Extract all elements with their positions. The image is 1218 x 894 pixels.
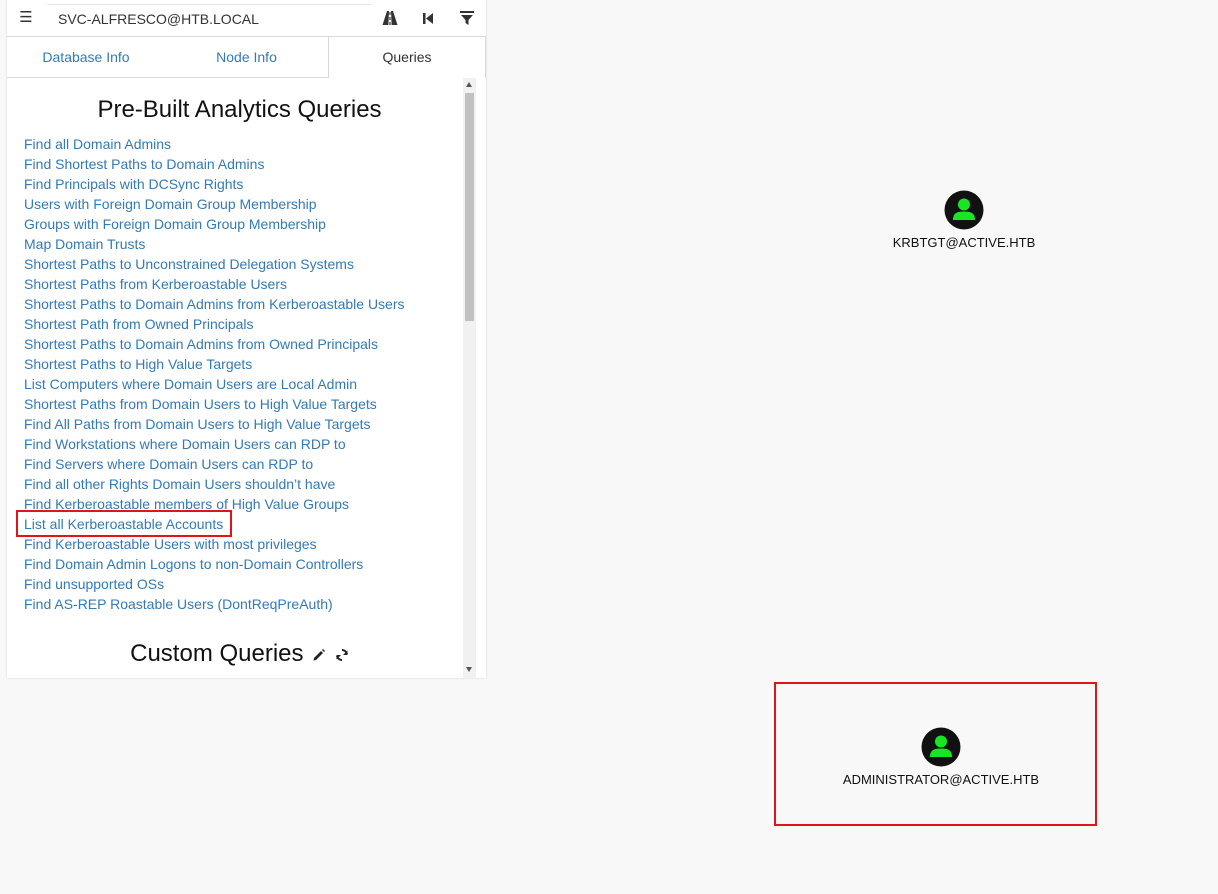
query-item[interactable]: Find Kerberoastable members of High Valu… — [24, 494, 405, 514]
query-item[interactable]: Find Workstations where Domain Users can… — [24, 434, 405, 454]
search-bar: ☰ — [7, 0, 486, 37]
query-item[interactable]: Find Domain Admin Logons to non-Domain C… — [24, 554, 405, 574]
search-input[interactable] — [47, 4, 371, 32]
query-item[interactable]: Shortest Paths from Domain Users to High… — [24, 394, 405, 414]
query-item[interactable]: Find Kerberoastable Users with most priv… — [24, 534, 405, 554]
road-icon[interactable] — [381, 9, 399, 27]
filter-icon[interactable] — [458, 9, 476, 27]
refresh-icon[interactable] — [335, 641, 349, 669]
graph-node-administrator[interactable]: ADMINISTRATOR@ACTIVE.HTB — [836, 727, 1046, 787]
query-item-kerberoastable-accounts[interactable]: List all Kerberoastable Accounts — [24, 514, 405, 534]
query-item[interactable]: Find all other Rights Domain Users shoul… — [24, 474, 405, 494]
query-item[interactable]: Shortest Paths from Kerberoastable Users — [24, 274, 405, 294]
query-item[interactable]: Shortest Paths to Domain Admins from Own… — [24, 334, 405, 354]
query-item[interactable]: Shortest Paths to High Value Targets — [24, 354, 405, 374]
query-scrollbar[interactable] — [463, 78, 476, 678]
query-panel: ☰ Database Info Node Info — [7, 0, 486, 678]
tab-queries[interactable]: Queries — [328, 37, 486, 78]
step-backward-icon[interactable] — [419, 9, 437, 27]
prebuilt-queries-title: Pre-Built Analytics Queries — [97, 96, 382, 123]
custom-queries-label: Custom Queries — [130, 640, 304, 667]
node-label: ADMINISTRATOR@ACTIVE.HTB — [842, 772, 1040, 787]
tab-database-info[interactable]: Database Info — [7, 37, 165, 77]
query-item[interactable]: List Computers where Domain Users are Lo… — [24, 374, 405, 394]
user-icon — [944, 190, 984, 230]
query-item[interactable]: Users with Foreign Domain Group Membersh… — [24, 194, 405, 214]
query-item[interactable]: Shortest Paths to Domain Admins from Ker… — [24, 294, 405, 314]
query-item[interactable]: Find unsupported OSs — [24, 574, 405, 594]
menu-icon[interactable]: ☰ — [19, 9, 33, 27]
query-item[interactable]: Shortest Paths to Unconstrained Delegati… — [24, 254, 405, 274]
custom-queries-title: Custom Queries — [7, 640, 463, 669]
prebuilt-query-list: Find all Domain Admins Find Shortest Pat… — [24, 134, 405, 614]
query-item[interactable]: Groups with Foreign Domain Group Members… — [24, 214, 405, 234]
pencil-icon[interactable] — [312, 641, 326, 669]
scroll-down-arrow-icon[interactable] — [466, 667, 472, 672]
query-item[interactable]: Find Shortest Paths to Domain Admins — [24, 154, 405, 174]
tab-bar: Database Info Node Info Queries — [7, 37, 486, 78]
query-item[interactable]: Map Domain Trusts — [24, 234, 405, 254]
query-item[interactable]: Find all Domain Admins — [24, 134, 405, 154]
query-item[interactable]: Shortest Path from Owned Principals — [24, 314, 405, 334]
query-item[interactable]: Find Principals with DCSync Rights — [24, 174, 405, 194]
node-label: KRBTGT@ACTIVE.HTB — [892, 235, 1036, 250]
graph-node-krbtgt[interactable]: KRBTGT@ACTIVE.HTB — [884, 190, 1044, 250]
query-item[interactable]: Find Servers where Domain Users can RDP … — [24, 454, 405, 474]
user-icon — [921, 727, 961, 767]
scroll-up-arrow-icon[interactable] — [466, 82, 472, 87]
queries-content: Pre-Built Analytics Queries Find all Dom… — [7, 78, 463, 678]
query-item[interactable]: Find All Paths from Domain Users to High… — [24, 414, 405, 434]
tab-node-info[interactable]: Node Info — [166, 37, 327, 77]
query-item[interactable]: Find AS-REP Roastable Users (DontReqPreA… — [24, 594, 405, 614]
scroll-thumb[interactable] — [465, 93, 474, 321]
